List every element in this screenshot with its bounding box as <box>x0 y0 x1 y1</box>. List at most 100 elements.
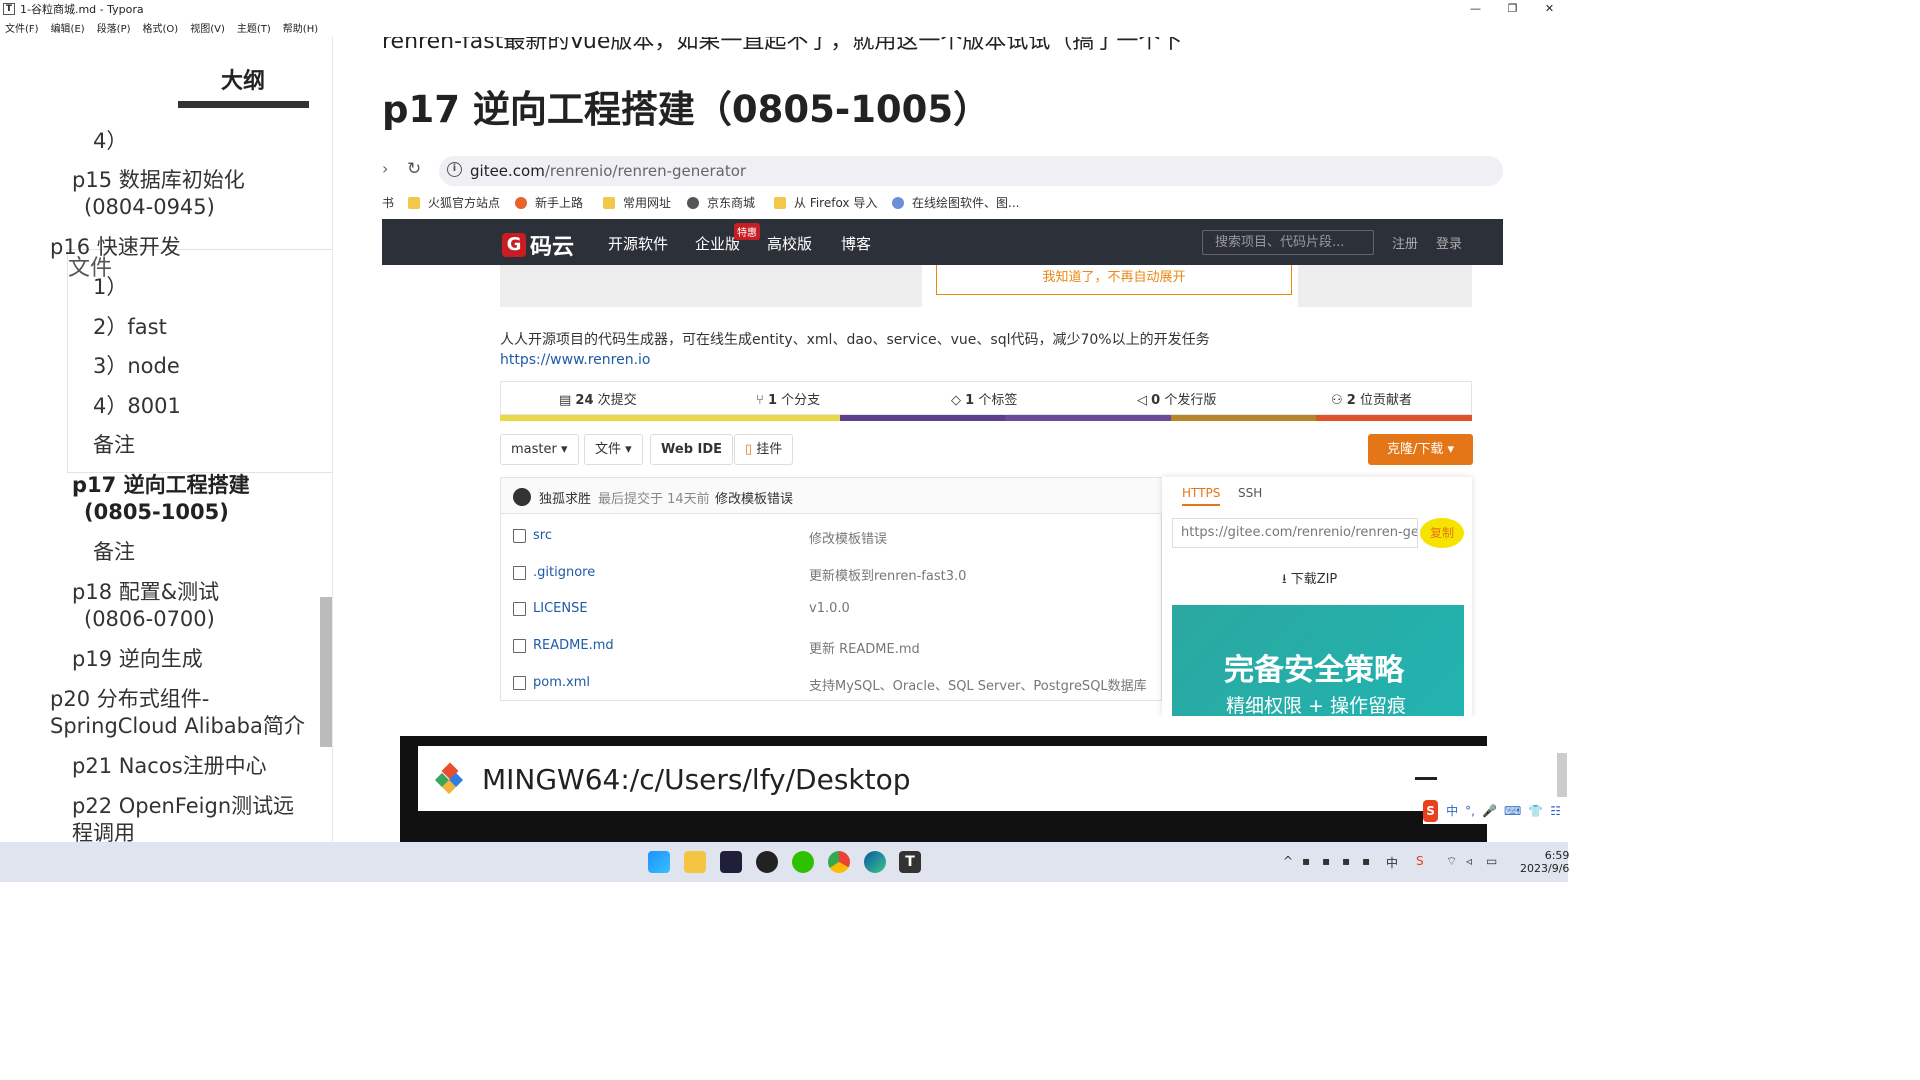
download-zip-button[interactable]: ⭳ 下载ZIP <box>1282 568 1337 592</box>
outline-item[interactable]: 4） <box>93 128 127 155</box>
file-name[interactable]: README.md <box>533 638 614 653</box>
tab-https[interactable]: HTTPS <box>1182 486 1221 506</box>
tray-sogou-icon[interactable]: S <box>1416 854 1424 868</box>
outline-item-active-cont[interactable]: (0805-1005) <box>84 499 229 526</box>
ad-banner[interactable]: 完备安全策略 精细权限 + 操作留痕 <box>1172 605 1464 716</box>
register-link[interactable]: 注册 <box>1392 233 1418 252</box>
file-commit-msg[interactable]: 更新 README.md <box>809 638 920 657</box>
keyboard-icon[interactable]: ⌨ <box>1504 804 1521 818</box>
file-row[interactable]: LICENSE v1.0.0 <box>501 591 1163 628</box>
tray-app-icon[interactable]: ▪ <box>1322 854 1330 868</box>
sidebar-scrollbar[interactable] <box>320 597 332 747</box>
reload-icon[interactable]: ↻ <box>407 159 421 179</box>
file-name[interactable]: pom.xml <box>533 675 590 690</box>
menu-theme[interactable]: 主题(T) <box>237 20 271 35</box>
ime-lang-toggle[interactable]: 中 <box>1446 802 1458 819</box>
avatar[interactable] <box>513 488 531 506</box>
stat-contributors[interactable]: ⚇ 2 位贡献者 <box>1331 389 1412 408</box>
bookmark-item[interactable]: 京东商城 <box>687 194 755 211</box>
ime-punct-toggle[interactable]: °, <box>1465 804 1475 818</box>
file-commit-msg[interactable]: 修改模板错误 <box>809 528 887 547</box>
menu-file[interactable]: 文件(F) <box>5 20 39 35</box>
file-name[interactable]: src <box>533 528 552 543</box>
file-row[interactable]: src 修改模板错误 <box>501 518 1163 555</box>
intellij-icon[interactable] <box>720 851 742 873</box>
tab-ssh[interactable]: SSH <box>1238 486 1262 500</box>
outline-item[interactable]: 1） <box>93 274 127 301</box>
volume-icon[interactable]: ◃ <box>1466 854 1472 868</box>
file-menu-button[interactable]: 文件 ▾ <box>584 434 643 465</box>
file-commit-msg[interactable]: v1.0.0 <box>809 601 850 616</box>
outline-item[interactable]: 备注 <box>93 539 135 566</box>
minimize-button[interactable]: — <box>1457 0 1494 18</box>
outline-item[interactable]: 3）node <box>93 353 180 380</box>
edge-icon[interactable] <box>864 851 886 873</box>
close-button[interactable]: ✕ <box>1531 0 1568 18</box>
wifi-icon[interactable]: ⌔ <box>1446 854 1457 869</box>
maximize-button[interactable]: ❐ <box>1494 0 1531 18</box>
tab-outline[interactable]: 大纲 <box>221 63 265 95</box>
outline-item[interactable]: p18 配置&测试 <box>72 579 219 606</box>
tray-app-icon[interactable]: ▪ <box>1362 854 1370 868</box>
file-commit-msg[interactable]: 支持MySQL、Oracle、SQL Server、PostgreSQL数据库 <box>809 675 1147 694</box>
tray-nvidia-icon[interactable]: ▪ <box>1342 854 1350 868</box>
menu-view[interactable]: 视图(V) <box>190 20 225 35</box>
clone-download-button[interactable]: 克隆/下载 ▾ <box>1368 434 1473 465</box>
file-row[interactable]: README.md 更新 README.md <box>501 628 1163 665</box>
bookmark-item[interactable]: 从 Firefox 导入 <box>774 194 877 211</box>
outline-item-active[interactable]: p17 逆向工程搭建 <box>72 472 250 499</box>
start-icon[interactable] <box>648 851 670 873</box>
branch-select[interactable]: master ▾ <box>500 434 579 465</box>
gitee-logo[interactable]: G 码云 <box>502 229 574 261</box>
qq-icon[interactable] <box>756 851 778 873</box>
commit-author[interactable]: 独孤求胜 <box>539 488 591 507</box>
stat-tags[interactable]: ◇ 1 个标签 <box>951 389 1017 408</box>
tray-chevron-icon[interactable]: ^ <box>1283 854 1293 868</box>
dismiss-notice-button[interactable]: 我知道了，不再自动展开 <box>936 265 1292 295</box>
outline-item[interactable]: 备注 <box>93 432 135 459</box>
outline-item[interactable]: p16 快速开发 <box>50 234 181 261</box>
file-row[interactable]: .gitignore 更新模板到renren-fast3.0 <box>501 555 1163 592</box>
outline-item[interactable]: p19 逆向生成 <box>72 646 203 673</box>
clone-url-field[interactable]: https://gitee.com/renrenio/renren-genera… <box>1172 518 1418 548</box>
typora-taskbar-icon[interactable]: T <box>899 851 921 873</box>
commit-message[interactable]: 修改模板错误 <box>715 488 793 507</box>
menu-format[interactable]: 格式(O) <box>143 20 179 35</box>
stat-branches[interactable]: ⑂ 1 个分支 <box>756 389 820 408</box>
menu-edit[interactable]: 编辑(E) <box>51 20 85 35</box>
repo-homepage-link[interactable]: https://www.renren.io <box>500 352 650 368</box>
file-name[interactable]: .gitignore <box>533 565 595 580</box>
file-commit-msg[interactable]: 更新模板到renren-fast3.0 <box>809 565 966 584</box>
stat-commits[interactable]: ▤ 24 次提交 <box>559 389 637 408</box>
bookmark-item[interactable]: 常用网址 <box>603 194 671 211</box>
skin-icon[interactable]: 👕 <box>1528 804 1543 818</box>
sogou-logo-icon[interactable]: S <box>1423 799 1439 822</box>
forward-icon[interactable]: › <box>382 159 388 178</box>
stat-releases[interactable]: ◁ 0 个发行版 <box>1137 389 1216 408</box>
outline-item-cont[interactable]: (0806-0700) <box>84 606 215 633</box>
gitee-search-input[interactable]: 搜索项目、代码片段... <box>1202 230 1374 255</box>
terminal-minimize-icon[interactable] <box>1415 777 1437 780</box>
outline-item[interactable]: 2）fast <box>93 314 167 341</box>
toolbox-icon[interactable]: ☷ <box>1550 804 1561 818</box>
tray-app-icon[interactable]: ▪ <box>1302 854 1310 868</box>
info-icon[interactable]: i <box>447 162 462 177</box>
file-row[interactable]: pom.xml 支持MySQL、Oracle、SQL Server、Postgre… <box>501 665 1163 702</box>
system-clock[interactable]: 6:59 2023/9/6 <box>1520 849 1569 875</box>
login-link[interactable]: 登录 <box>1436 233 1462 252</box>
menu-help[interactable]: 帮助(H) <box>283 20 318 35</box>
editor-scrollbar[interactable] <box>1557 753 1567 801</box>
nav-blog[interactable]: 博客 <box>841 233 871 254</box>
outline-item[interactable]: p15 数据库初始化 <box>72 167 245 194</box>
file-name[interactable]: LICENSE <box>533 601 588 616</box>
chrome-icon[interactable] <box>828 851 850 873</box>
nav-open-source[interactable]: 开源软件 <box>608 233 668 254</box>
outline-item[interactable]: p21 Nacos注册中心 <box>72 753 267 780</box>
web-ide-button[interactable]: Web IDE <box>650 434 734 465</box>
copy-button[interactable]: 复制 <box>1420 518 1464 548</box>
menu-paragraph[interactable]: 段落(P) <box>97 20 131 35</box>
file-explorer-icon[interactable] <box>684 851 706 873</box>
outline-item-cont[interactable]: (0804-0945) <box>84 194 215 221</box>
outline-item[interactable]: p22 OpenFeign测试远 <box>72 793 294 820</box>
microphone-icon[interactable]: 🎤 <box>1482 804 1497 818</box>
